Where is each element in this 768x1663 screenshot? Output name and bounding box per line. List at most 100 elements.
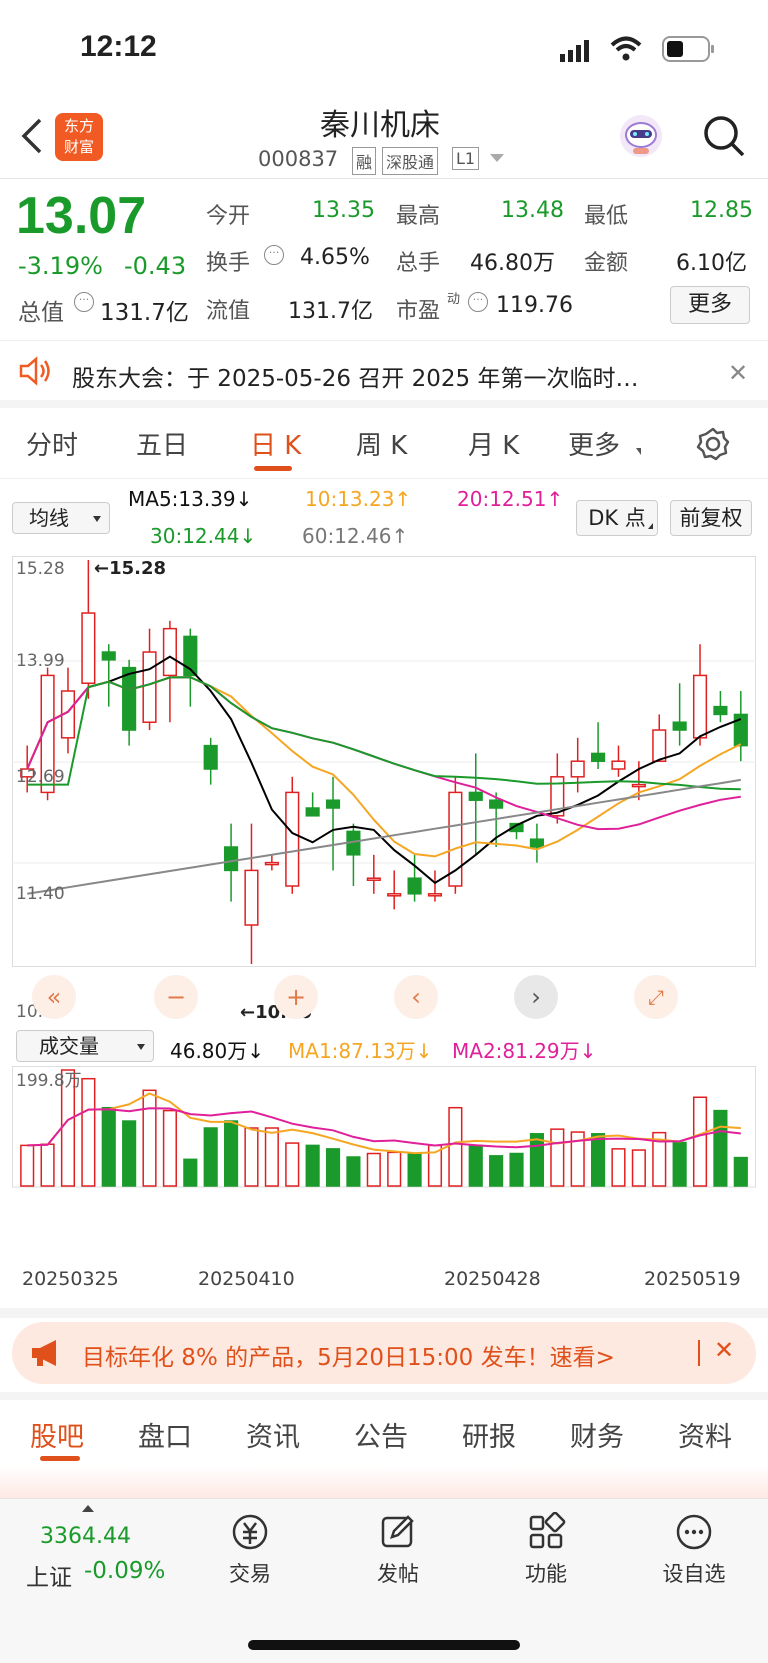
volume-bar — [264, 1127, 279, 1187]
zoom-out-icon[interactable]: − — [154, 975, 198, 1019]
index-arrow-icon — [82, 1505, 94, 1512]
volume-bar — [611, 1148, 626, 1187]
pe-sup: 动 — [447, 292, 461, 307]
volume-label: 总手 — [396, 251, 441, 276]
prev-icon[interactable]: ‹ — [394, 975, 438, 1019]
volume-bar — [142, 1089, 157, 1187]
fullscreen-icon[interactable]: ⤢ — [634, 975, 678, 1019]
tab-fiveday[interactable]: 五日 — [136, 425, 188, 462]
tag-l1: L1 — [452, 147, 480, 170]
dock-watchlist[interactable]: 设自选 — [644, 1512, 744, 1588]
promo-divider — [698, 1340, 700, 1366]
amount-value: 6.10亿 — [676, 251, 747, 276]
dk-point-select[interactable]: DK 点 — [576, 500, 658, 536]
tab-guba-underline — [40, 1456, 80, 1461]
volume-bar — [468, 1144, 483, 1187]
info-icon[interactable]: ··· — [468, 292, 488, 312]
robot-avatar-icon[interactable] — [618, 113, 664, 163]
ma-select-caret-icon — [93, 516, 101, 522]
volume-bar — [713, 1109, 728, 1187]
status-time: 12:12 — [80, 30, 157, 63]
mcap-label: 总值 — [18, 300, 64, 326]
close-icon[interactable]: ✕ — [728, 359, 748, 387]
promo-text: 目标年化 8% 的产品，5月20日15:00 发车！速看> — [82, 1345, 615, 1371]
volume-bar — [366, 1152, 381, 1187]
dk-caret-icon — [648, 523, 653, 529]
adjust-select[interactable]: 前复权 — [670, 500, 752, 536]
volume-bar — [162, 1109, 177, 1187]
volume-bar — [285, 1142, 300, 1187]
tab-finance[interactable]: 财务 — [570, 1415, 624, 1454]
ma5-value: MA5:13.39↓ — [128, 487, 253, 511]
candle-body — [101, 651, 116, 661]
high-label: 最高 — [396, 204, 441, 229]
tab-weekly-k[interactable]: 周 K — [356, 425, 407, 462]
turnover-label: 换手 — [206, 251, 251, 276]
y-label-2: 13.99 — [16, 651, 65, 671]
index-pct[interactable]: -0.09% — [84, 1558, 165, 1584]
tag-sgt: 深股通 — [382, 147, 439, 175]
grid-icon — [529, 1512, 566, 1549]
tab-daily-k[interactable]: 日 K — [250, 425, 301, 462]
dock-post[interactable]: 发帖 — [348, 1512, 448, 1588]
volume-bar — [550, 1128, 565, 1187]
index-name[interactable]: 上证 — [26, 1558, 72, 1592]
candle-body — [468, 791, 483, 801]
promo-close-icon[interactable]: ✕ — [714, 1336, 734, 1364]
tab-announce[interactable]: 公告 — [354, 1415, 408, 1454]
volume-bar — [305, 1144, 320, 1187]
section-gap — [0, 1308, 768, 1318]
tab-news[interactable]: 资讯 — [246, 1415, 300, 1454]
back-icon[interactable] — [18, 116, 44, 160]
index-value[interactable]: 3364.44 — [40, 1524, 131, 1549]
tab-profile[interactable]: 资料 — [678, 1415, 732, 1454]
kline-chart[interactable] — [12, 556, 756, 1026]
candle-body — [611, 760, 626, 770]
volume-bar — [101, 1106, 116, 1187]
vol-ma2: MA2:81.29万↓ — [452, 1039, 597, 1063]
info-icon[interactable]: ··· — [74, 292, 94, 312]
volume-bar — [122, 1120, 137, 1187]
tab-more[interactable]: 更多 — [568, 425, 620, 462]
candle-body — [244, 869, 259, 926]
tab-monthly-k[interactable]: 月 K — [468, 425, 519, 462]
tab-guba[interactable]: 股吧 — [30, 1415, 84, 1454]
candle-body — [407, 877, 422, 895]
change-amt: -0.43 — [124, 252, 187, 280]
candle-body — [224, 846, 239, 872]
amount-label: 金额 — [584, 251, 629, 276]
zoom-in-icon[interactable]: + — [274, 975, 318, 1019]
rewind-icon[interactable]: « — [32, 975, 76, 1019]
candle-body — [203, 744, 218, 770]
next-icon[interactable]: › — [514, 975, 558, 1019]
promo-banner[interactable]: 目标年化 8% 的产品，5月20日15:00 发车！速看> ✕ — [12, 1322, 756, 1384]
ma-select[interactable]: 均线 — [12, 502, 110, 534]
volume-select[interactable]: 成交量 — [16, 1030, 154, 1062]
settings-icon[interactable] — [696, 427, 730, 465]
vol-ma1: MA1:87.13万↓ — [288, 1039, 433, 1063]
candle-body — [387, 893, 402, 897]
dock-trade[interactable]: 交易 — [200, 1512, 300, 1588]
dropdown-icon[interactable] — [490, 154, 504, 162]
float-value: 131.7亿 — [288, 299, 373, 324]
candle-body — [713, 705, 728, 716]
volume-chart[interactable] — [12, 1066, 756, 1256]
search-icon[interactable] — [702, 114, 746, 162]
more-circle-icon — [676, 1514, 712, 1550]
notice-text: 股东大会：于 2025-05-26 召开 2025 年第一次临时… — [72, 366, 639, 392]
more-button[interactable]: 更多 — [670, 286, 750, 324]
info-icon[interactable]: ··· — [264, 245, 284, 265]
header-divider — [0, 178, 768, 179]
stock-code: 000837 — [258, 147, 339, 171]
dock-function[interactable]: 功能 — [496, 1512, 596, 1588]
tab-timeshare[interactable]: 分时 — [26, 425, 78, 462]
last-price: 13.07 — [16, 187, 147, 245]
candle-body — [427, 893, 443, 897]
volume-bar — [591, 1133, 606, 1187]
candle-body — [652, 729, 667, 762]
volume-bar — [509, 1152, 524, 1187]
open-value: 13.35 — [312, 198, 375, 223]
notice-bar[interactable]: 股东大会：于 2025-05-26 召开 2025 年第一次临时… ✕ — [0, 340, 768, 408]
tab-pankou[interactable]: 盘口 — [138, 1415, 192, 1454]
tab-research[interactable]: 研报 — [462, 1415, 516, 1454]
